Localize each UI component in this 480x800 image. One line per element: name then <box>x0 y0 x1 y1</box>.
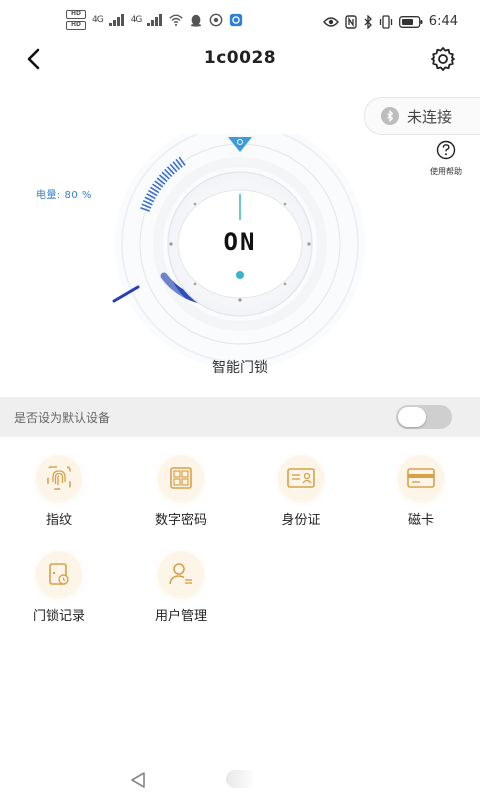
battery-icon <box>398 15 423 28</box>
battery-level-label: 电量: 80 % <box>36 190 92 201</box>
wifi-icon <box>169 14 184 26</box>
user-manage-icon <box>169 563 192 585</box>
feature-lock-records[interactable]: 门锁记录 <box>14 551 104 624</box>
nav-home-button[interactable] <box>226 770 256 788</box>
browser-icon <box>210 13 223 27</box>
feature-fingerprint[interactable]: 指纹 <box>14 455 104 528</box>
feature-label: 门锁记录 <box>32 609 85 624</box>
bluetooth-icon <box>381 107 399 125</box>
feature-numeric-password[interactable]: 数字密码 <box>136 455 226 528</box>
feature-label: 数字密码 <box>154 513 207 528</box>
app-icon <box>230 13 243 27</box>
app-header: 1c0028 <box>0 44 480 74</box>
net2-label: 4G <box>130 15 143 25</box>
settings-button[interactable] <box>428 44 458 74</box>
net1-label: 4G <box>92 15 104 25</box>
default-device-toggle[interactable] <box>396 405 452 429</box>
gear-icon <box>431 47 455 71</box>
system-nav-bar <box>0 760 480 800</box>
sim2-badge: HD <box>66 21 86 30</box>
status-bar: HD HD 4G 4G 6:44 <box>0 0 480 44</box>
signal2-icon <box>147 14 163 26</box>
connection-status-text: 未连接 <box>407 107 453 126</box>
sim-indicators: HD HD <box>66 10 86 30</box>
bluetooth-status-icon <box>364 14 372 29</box>
card-icon <box>407 468 435 488</box>
signal1-icon <box>108 14 125 26</box>
triangle-back-icon <box>131 772 145 788</box>
qq-icon <box>191 14 202 27</box>
id-card-icon <box>287 468 315 488</box>
fingerprint-icon <box>47 466 71 490</box>
lock-state-text: ON <box>223 228 257 256</box>
feature-user-management[interactable]: 用户管理 <box>136 551 226 624</box>
vibrate-icon <box>379 14 392 29</box>
nfc-icon <box>345 14 357 29</box>
connection-status-button[interactable]: 未连接 <box>364 97 480 135</box>
question-circle-icon <box>436 140 456 160</box>
help-label: 使用帮助 <box>430 167 462 176</box>
default-device-label: 是否设为默认设备 <box>14 411 111 425</box>
dial-indicator-dot <box>236 271 244 279</box>
lock-record-icon <box>49 563 69 585</box>
feature-label: 磁卡 <box>407 513 434 528</box>
device-name: 智能门锁 <box>212 360 268 376</box>
feature-label: 用户管理 <box>154 609 207 624</box>
status-time: 6:44 <box>428 14 458 29</box>
default-device-row: 是否设为默认设备 <box>0 397 480 437</box>
feature-label: 指纹 <box>45 513 72 528</box>
feature-label: 身份证 <box>281 513 321 528</box>
feature-magnetic-card[interactable]: 磁卡 <box>376 455 466 528</box>
eye-icon <box>322 16 339 27</box>
toggle-knob <box>398 407 426 427</box>
feature-id-card[interactable]: 身份证 <box>256 455 346 528</box>
page-title: 1c0028 <box>203 48 277 68</box>
sim1-badge: HD <box>66 10 86 19</box>
keypad-icon <box>170 467 192 489</box>
nav-back-button[interactable] <box>128 770 148 794</box>
help-button[interactable]: 使用帮助 <box>418 140 474 177</box>
